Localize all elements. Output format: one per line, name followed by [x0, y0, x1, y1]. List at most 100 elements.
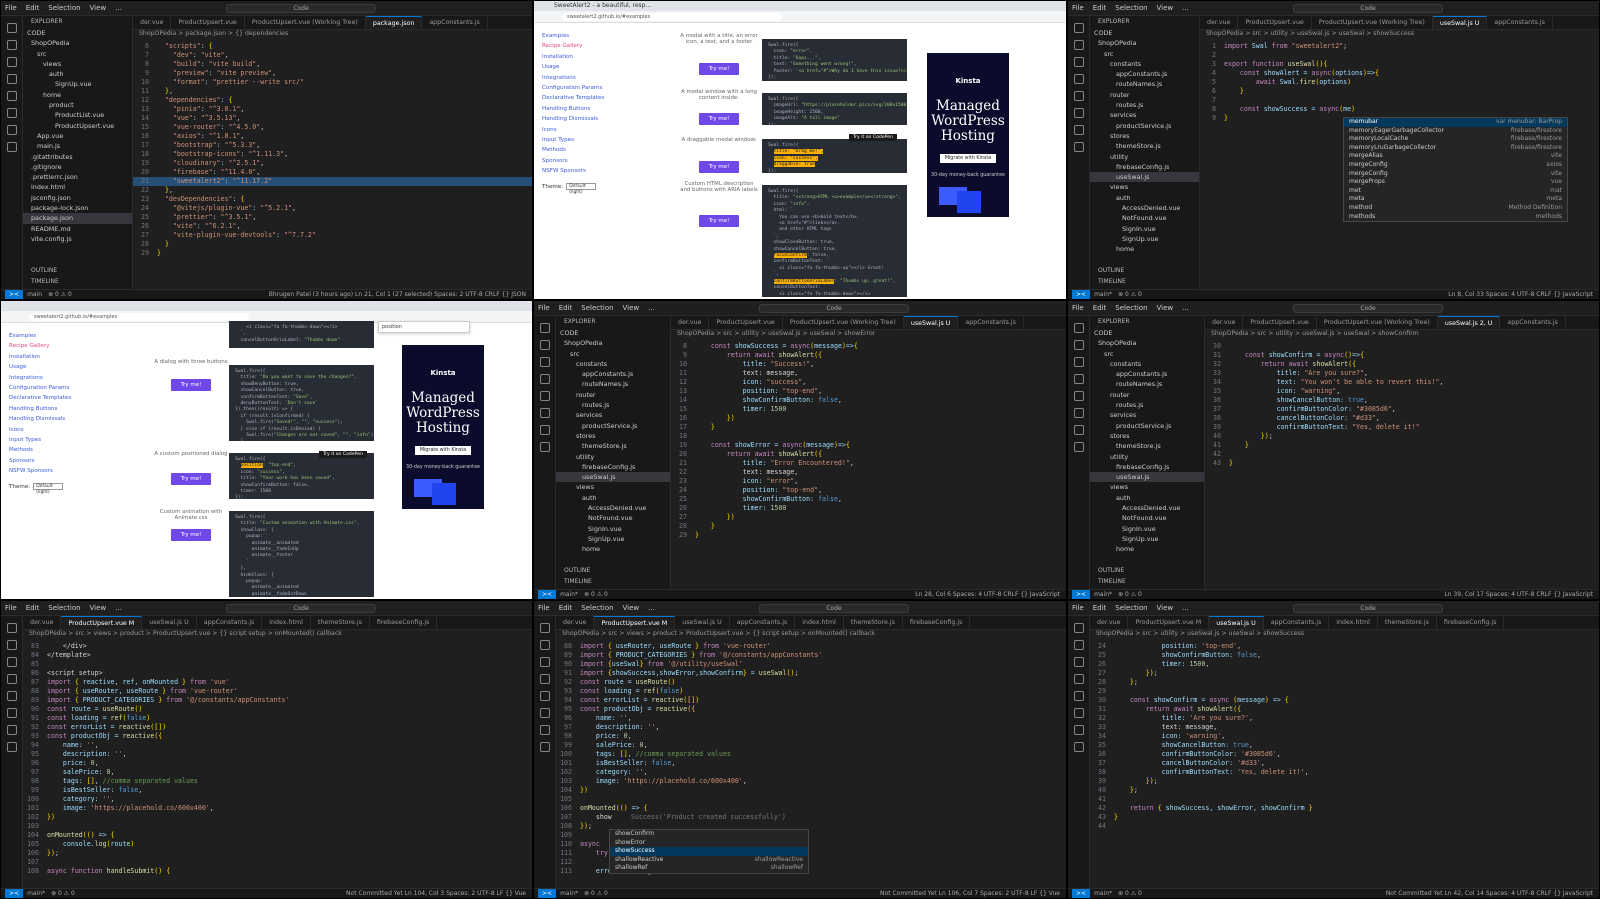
tree-item[interactable]: appConstants.js: [1090, 369, 1204, 379]
suggestion-item[interactable]: showSuccess: [610, 847, 808, 856]
menu-item-2[interactable]: Selection: [581, 304, 613, 312]
sidebar-link[interactable]: Input Types: [542, 135, 604, 145]
sidebar-link[interactable]: NSFW Sponsors: [542, 166, 604, 176]
tree-item[interactable]: SignIn.vue: [556, 524, 670, 534]
editor-tab[interactable]: der.vue: [1200, 16, 1239, 29]
remote-icon[interactable]: [539, 742, 550, 752]
tree-item[interactable]: ShopOPedia: [1090, 38, 1199, 48]
editor-tab[interactable]: package.json: [365, 16, 423, 29]
tree-item[interactable]: home: [1090, 244, 1199, 254]
editor-tab[interactable]: index.html: [1329, 616, 1378, 629]
tree-item[interactable]: appConstants.js: [556, 369, 670, 379]
ad-button[interactable]: Migrate with Kinsta: [414, 446, 472, 455]
run-debug-icon[interactable]: [1073, 374, 1084, 384]
tree-item[interactable]: stores: [1090, 131, 1199, 141]
menu-item-1[interactable]: Edit: [1093, 4, 1107, 12]
sidebar-link[interactable]: Examples: [9, 331, 71, 341]
try-codepen-button[interactable]: Try it on CodePen: [849, 134, 898, 141]
tree-item[interactable]: SignUp.vue: [23, 79, 132, 89]
editor-tab[interactable]: der.vue: [671, 316, 710, 329]
editor-tab[interactable]: der.vue: [1205, 316, 1244, 329]
tree-item[interactable]: router: [1090, 90, 1199, 100]
testing-icon[interactable]: [539, 708, 550, 718]
source-control-icon[interactable]: [1073, 657, 1084, 667]
problems-count[interactable]: ⊗ 0 ⚠ 0: [1118, 890, 1142, 897]
suggestion-item[interactable]: mergeProps vue: [1344, 178, 1567, 187]
git-branch[interactable]: main*: [1094, 291, 1112, 298]
tree-item[interactable]: CODE: [1090, 328, 1204, 338]
menu-item-2[interactable]: Selection: [1115, 304, 1147, 312]
problems-count[interactable]: ⊗ 0 ⚠ 0: [48, 291, 72, 298]
sidebar-link[interactable]: Handling Dismissals: [9, 414, 71, 424]
git-branch[interactable]: main*: [1094, 591, 1112, 598]
suggestion-item[interactable]: shallowReactive shallowReactive: [610, 856, 808, 865]
editor-tab[interactable]: useSwal.js U: [903, 316, 959, 329]
testing-icon[interactable]: [539, 408, 550, 418]
tree-item[interactable]: views: [23, 59, 132, 69]
suggestion-item[interactable]: methods methods: [1344, 213, 1567, 222]
suggestion-item[interactable]: mergeConfig axios: [1344, 161, 1567, 170]
sidebar-link[interactable]: Handling Buttons: [9, 404, 71, 414]
sidebar-link[interactable]: Declarative Templates: [542, 93, 604, 103]
suggestion-item[interactable]: met mat: [1344, 187, 1567, 196]
menu-item-1[interactable]: Edit: [26, 604, 40, 612]
tree-item[interactable]: product: [23, 100, 132, 110]
source-control-icon[interactable]: [6, 657, 17, 667]
menu-item-2[interactable]: Selection: [581, 604, 613, 612]
command-search-box[interactable]: Code: [759, 604, 909, 613]
editor-tab[interactable]: appConstants.js: [1487, 16, 1553, 29]
kinsta-ad[interactable]: Kinsta Managed WordPress Hosting Migrate w…: [402, 345, 484, 509]
tree-item[interactable]: CODE: [23, 28, 132, 38]
menu-item-1[interactable]: Edit: [559, 604, 573, 612]
menu-item-3[interactable]: View: [90, 4, 107, 12]
sidebar-link[interactable]: Examples: [542, 31, 604, 41]
command-search-box[interactable]: Code: [226, 4, 376, 13]
tree-item[interactable]: ShopOPedia: [23, 38, 132, 48]
editor-tab[interactable]: ProductUpsert.vue: [171, 16, 245, 29]
run-debug-icon[interactable]: [1073, 674, 1084, 684]
suggestion-item[interactable]: mergeAlias vite: [1344, 152, 1567, 161]
extensions-icon[interactable]: [6, 691, 17, 701]
theme-select[interactable]: Default (light): [566, 183, 597, 195]
git-branch[interactable]: main*: [1094, 890, 1112, 897]
git-branch[interactable]: main*: [560, 890, 578, 897]
menu-item-1[interactable]: Edit: [1093, 604, 1107, 612]
tree-item[interactable]: utility: [1090, 152, 1199, 162]
tree-item[interactable]: index.html: [23, 182, 132, 192]
menu-item-3[interactable]: View: [1157, 304, 1174, 312]
menu-item-2[interactable]: Selection: [1115, 604, 1147, 612]
run-debug-icon[interactable]: [539, 374, 550, 384]
suggestion-item[interactable]: memoryLocalCache firebase/firestore: [1344, 135, 1567, 144]
remote-indicator[interactable]: ><: [1072, 889, 1091, 898]
sidebar-link[interactable]: Icons: [9, 425, 71, 435]
tree-item[interactable]: firebaseConfig.js: [1090, 462, 1204, 472]
tree-item[interactable]: views: [1090, 482, 1204, 492]
search-icon[interactable]: [539, 340, 550, 350]
menu-item-0[interactable]: File: [5, 604, 17, 612]
sidebar-link[interactable]: Methods: [9, 445, 71, 455]
sidebar-link[interactable]: Installation: [542, 52, 604, 62]
tree-item[interactable]: NotFound.vue: [556, 513, 670, 523]
remote-indicator[interactable]: ><: [5, 290, 24, 299]
code-editor[interactable]: 24 position: 'top-end', 25 showConfirmBut…: [1090, 642, 1599, 888]
tree-item[interactable]: CODE: [556, 328, 670, 338]
tree-item[interactable]: routes.js: [1090, 400, 1204, 410]
tree-item[interactable]: productService.js: [1090, 121, 1199, 131]
sidebar-link[interactable]: Handling Dismissals: [542, 114, 604, 124]
sidebar-link[interactable]: Input Types: [9, 435, 71, 445]
menu-item-0[interactable]: File: [538, 304, 550, 312]
run-debug-icon[interactable]: [6, 74, 17, 84]
tree-item[interactable]: home: [23, 90, 132, 100]
remote-icon[interactable]: [1073, 442, 1084, 452]
tree-item[interactable]: services: [1090, 410, 1204, 420]
command-search-box[interactable]: Code: [1293, 4, 1443, 13]
search-icon[interactable]: [1073, 340, 1084, 350]
editor-tab[interactable]: useSwal.js 2, U: [1437, 316, 1501, 329]
tree-item[interactable]: constants: [556, 359, 670, 369]
command-search-box[interactable]: Code: [759, 304, 909, 313]
remote-indicator[interactable]: ><: [1072, 290, 1091, 299]
explorer-icon[interactable]: [1073, 23, 1084, 33]
git-branch[interactable]: main: [27, 291, 42, 298]
timeline-section[interactable]: TIMELINE: [1090, 276, 1126, 288]
remote-icon[interactable]: [1073, 142, 1084, 152]
